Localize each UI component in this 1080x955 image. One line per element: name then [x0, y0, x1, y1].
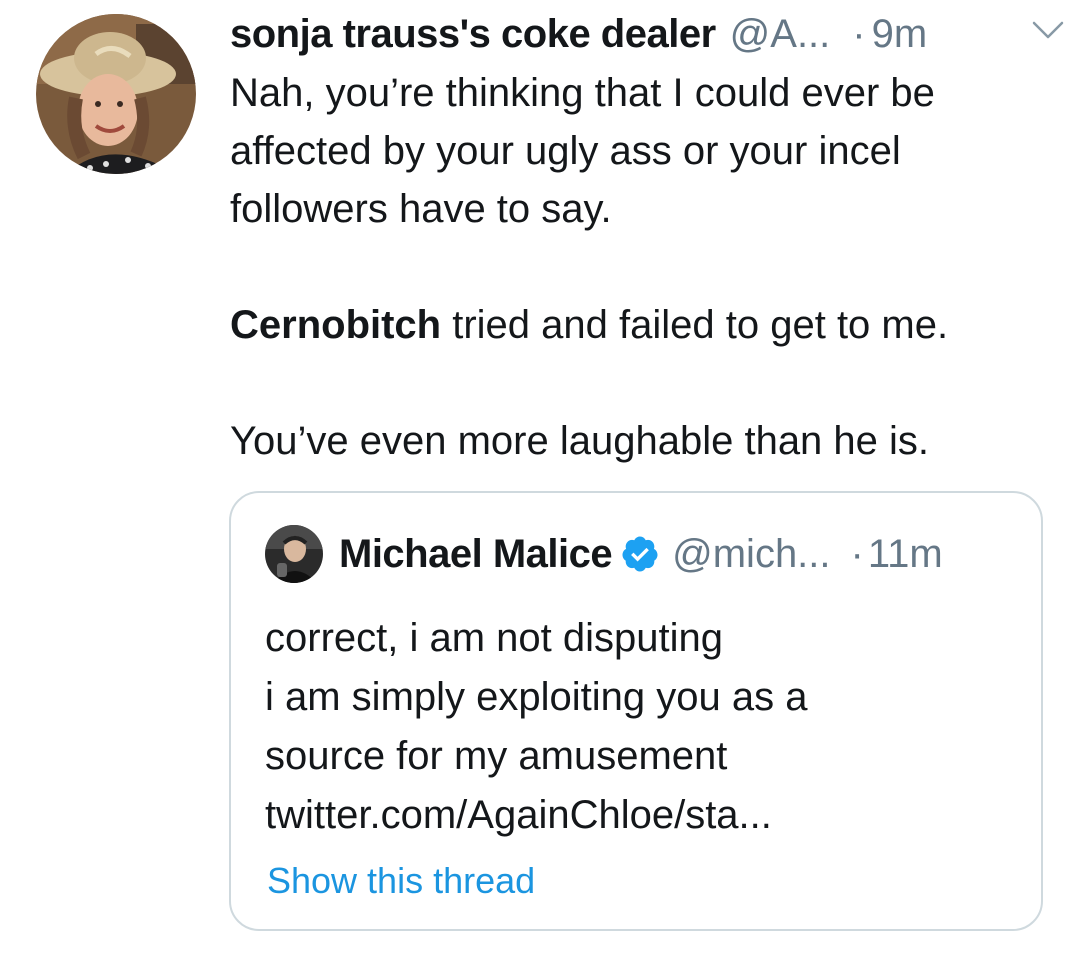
verified-badge-icon: [620, 534, 660, 574]
tweet-text-paragraph-3: You’ve even more laughable than he is.: [230, 419, 930, 463]
quoted-tweet-header: Michael Malice @mich... · 11m: [339, 529, 943, 579]
quoted-line: i am simply exploiting you as a: [265, 675, 808, 719]
quoted-line: source for my amusement: [265, 734, 728, 778]
tweet-text-paragraph-2: Cernobitch tried and failed to get to me…: [230, 296, 1060, 354]
quoted-tweet-body: correct, i am not disputing i am simply …: [265, 609, 1025, 845]
author-display-name[interactable]: sonja trauss's coke dealer: [230, 8, 716, 60]
quoted-avatar-photo-icon: [265, 525, 323, 583]
quoted-link[interactable]: twitter.com/AgainChloe/sta...: [265, 786, 1025, 845]
bold-name: Cernobitch: [230, 303, 442, 347]
tweet-header: sonja trauss's coke dealer @A... · 9m: [230, 8, 1050, 60]
quoted-header-separator: ·: [850, 532, 864, 576]
tweet-menu-button[interactable]: [1030, 18, 1066, 42]
show-this-thread-link[interactable]: Show this thread: [267, 857, 535, 905]
quoted-tweet-timestamp[interactable]: 11m: [868, 529, 943, 579]
author-handle[interactable]: @A...: [730, 8, 831, 60]
chevron-down-icon: [1032, 21, 1064, 39]
tweet-timestamp[interactable]: 9m: [872, 8, 928, 60]
tweet[interactable]: sonja trauss's coke dealer @A... · 9m Na…: [0, 0, 1080, 955]
tweet-body: Nah, you’re thinking that I could ever b…: [230, 64, 1060, 470]
author-avatar[interactable]: [36, 14, 196, 174]
tweet-text-paragraph-1: Nah, you’re thinking that I could ever b…: [230, 71, 935, 231]
header-separator: ·: [852, 12, 866, 56]
quoted-author-display-name[interactable]: Michael Malice: [339, 529, 613, 579]
tweet-text-paragraph-2-rest: tried and failed to get to me.: [441, 303, 949, 347]
avatar-photo-icon: [36, 14, 196, 174]
quoted-line: correct, i am not disputing: [265, 616, 723, 660]
quoted-author-avatar[interactable]: [265, 525, 323, 583]
quoted-tweet-card[interactable]: Michael Malice @mich... · 11m correct, i…: [229, 491, 1043, 931]
quoted-author-handle[interactable]: @mich...: [672, 529, 830, 579]
